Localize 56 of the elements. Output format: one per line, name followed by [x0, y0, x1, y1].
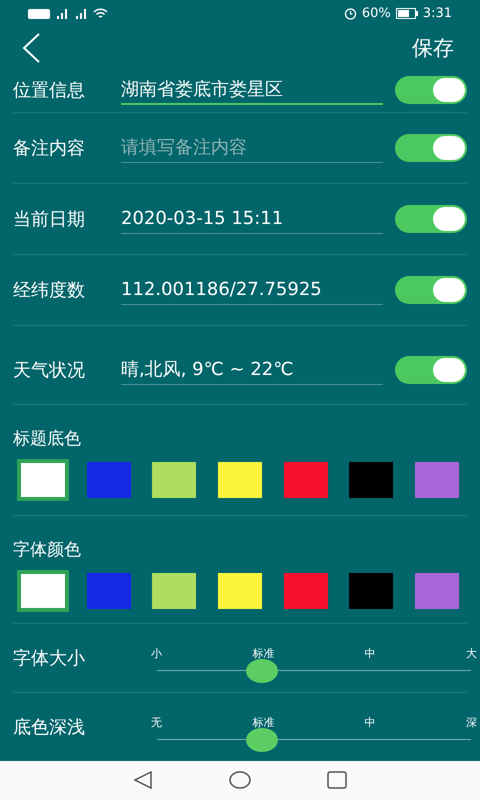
alarm-icon	[344, 7, 357, 20]
wifi-icon	[93, 8, 108, 20]
color-swatch[interactable]	[17, 458, 69, 501]
back-button[interactable]	[20, 32, 42, 64]
signal-icon	[74, 8, 88, 20]
field-label: 当前日期	[13, 208, 86, 231]
recents-icon[interactable]	[327, 771, 347, 790]
back-icon[interactable]	[133, 770, 153, 790]
tick-label: 大	[466, 646, 477, 661]
battery-icon	[396, 8, 418, 20]
tick-label: 标准	[252, 646, 274, 661]
tick-label: 中	[364, 646, 376, 661]
slider-label: 底色深浅	[13, 716, 86, 739]
field-label: 经纬度数	[13, 278, 86, 302]
toggle-switch[interactable]	[395, 204, 467, 233]
color-swatch[interactable]	[152, 572, 196, 609]
toggle-switch[interactable]	[395, 76, 467, 104]
save-button[interactable]: 保存	[412, 34, 454, 62]
battery-percent: 60%	[362, 6, 391, 22]
field-label: 备注内容	[13, 136, 86, 160]
tick-label: 中	[364, 714, 376, 730]
section-title: 标题底色	[13, 428, 82, 450]
color-swatch[interactable]	[86, 462, 131, 498]
slider-thumb[interactable]	[246, 658, 278, 683]
color-swatch[interactable]	[349, 572, 394, 609]
section-title: 字体颜色	[13, 538, 82, 561]
tick-label: 无	[151, 714, 162, 730]
color-swatch[interactable]	[414, 572, 459, 609]
slider-thumb[interactable]	[246, 728, 278, 752]
field-label: 位置信息	[13, 79, 86, 102]
tick-label: 小	[151, 646, 162, 661]
input-field[interactable]: 112.001186/27.75925	[121, 274, 383, 305]
slider-label: 字体大小	[13, 646, 86, 670]
color-swatch[interactable]	[349, 462, 394, 498]
color-swatch[interactable]	[284, 462, 328, 498]
clock-time: 3:31	[422, 6, 452, 22]
color-swatch[interactable]	[284, 572, 328, 609]
input-field[interactable]: 2020-03-15 15:11	[121, 204, 383, 234]
color-swatch[interactable]	[17, 570, 69, 612]
input-field[interactable]: 晴,北风, 9℃ ~ 22℃	[121, 354, 383, 385]
color-swatch[interactable]	[86, 572, 131, 609]
color-swatch[interactable]	[414, 462, 459, 498]
color-swatch[interactable]	[218, 462, 262, 498]
toggle-switch[interactable]	[395, 356, 467, 384]
signal-icon	[55, 8, 69, 20]
input-field[interactable]: 湖南省娄底市娄星区	[121, 75, 383, 106]
toggle-switch[interactable]	[395, 276, 467, 304]
toggle-switch[interactable]	[395, 134, 467, 162]
field-label: 天气状况	[13, 358, 86, 382]
color-swatch[interactable]	[218, 572, 262, 609]
color-swatch[interactable]	[152, 462, 196, 498]
hd-icon	[28, 8, 50, 19]
home-icon[interactable]	[229, 770, 251, 790]
tick-label: 标准	[252, 714, 274, 730]
input-field[interactable]: 请填写备注内容	[121, 132, 383, 163]
tick-label: 深	[466, 714, 477, 730]
